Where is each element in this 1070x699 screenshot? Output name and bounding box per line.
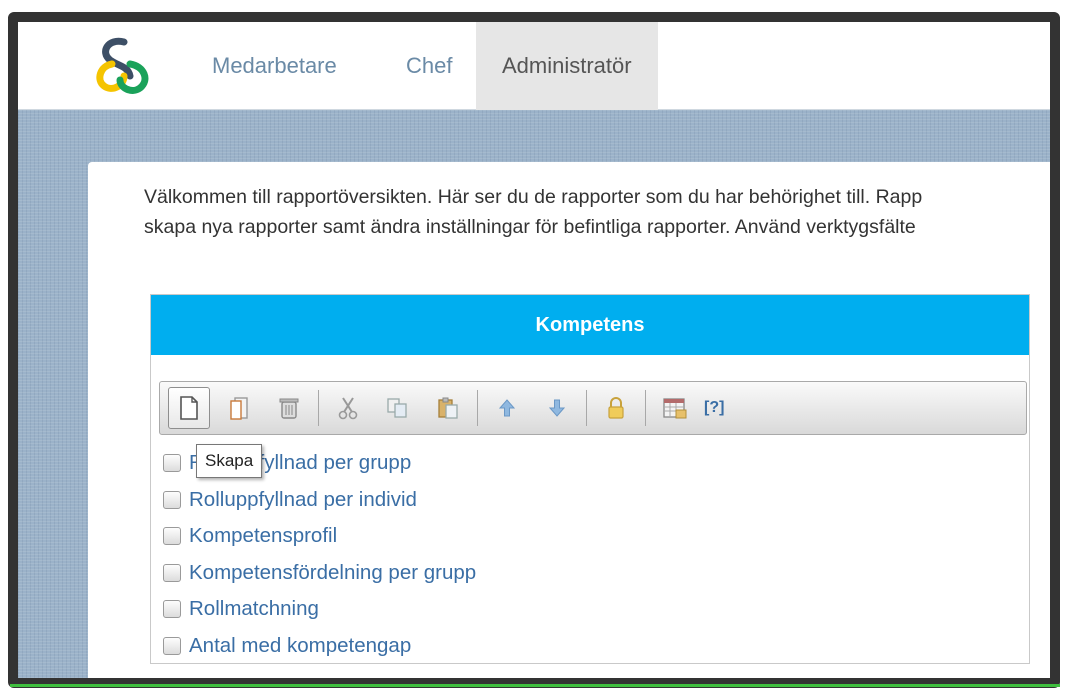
cut-icon[interactable] xyxy=(327,387,369,429)
trash-icon[interactable] xyxy=(268,387,310,429)
intro-line-1: Välkommen till rapportöversikten. Här se… xyxy=(144,186,923,208)
report-checkbox[interactable] xyxy=(163,636,181,655)
bottom-accent-line xyxy=(10,684,1060,687)
report-link[interactable]: Kompetensfördelning per grupp xyxy=(189,561,476,585)
paste-icon[interactable] xyxy=(427,387,469,429)
intro-text: Välkommen till rapportöversikten. Här se… xyxy=(144,182,1050,242)
list-item: Kompetensfördelning per grupp xyxy=(163,555,476,592)
report-link[interactable]: Rolluppfyllnad per individ xyxy=(189,488,417,512)
content-background: Välkommen till rapportöversikten. Här se… xyxy=(18,110,1050,678)
section-title: Kompetens xyxy=(151,295,1029,355)
nav-tab-medarbetare[interactable]: Medarbetare xyxy=(186,22,363,110)
nav-tab-administrator[interactable]: Administratör xyxy=(476,22,658,110)
help-link[interactable]: [?] xyxy=(704,399,724,417)
kompetens-section: Kompetens [?] Rolluppfyllnad per grupp R… xyxy=(150,294,1030,664)
list-item: Rollmatchning xyxy=(163,591,476,628)
new-document-icon[interactable] xyxy=(168,387,210,429)
toolbar-separator xyxy=(645,390,646,426)
list-item: Kompetensprofil xyxy=(163,518,476,555)
report-toolbar: [?] xyxy=(159,381,1027,435)
lock-icon[interactable] xyxy=(595,387,637,429)
toolbar-separator xyxy=(318,390,319,426)
nav-tab-chef[interactable]: Chef xyxy=(380,22,478,110)
report-checkbox[interactable] xyxy=(163,563,181,582)
list-item: Antal med kompetengap xyxy=(163,628,476,665)
logo xyxy=(96,37,149,94)
copy-icon[interactable] xyxy=(377,387,419,429)
app-frame: Medarbetare Chef Administratör Välkommen… xyxy=(8,12,1060,688)
list-item: Rolluppfyllnad per individ xyxy=(163,482,476,519)
report-checkbox[interactable] xyxy=(163,527,181,546)
report-checkbox[interactable] xyxy=(163,490,181,509)
report-checkbox[interactable] xyxy=(163,454,181,473)
toolbar-separator xyxy=(586,390,587,426)
report-link[interactable]: Kompetensprofil xyxy=(189,524,337,548)
report-panel: Välkommen till rapportöversikten. Här se… xyxy=(88,162,1050,678)
top-navigation: Medarbetare Chef Administratör xyxy=(18,22,1050,110)
intro-line-2: skapa nya rapporter samt ändra inställni… xyxy=(144,216,916,238)
report-link[interactable]: Antal med kompetengap xyxy=(189,634,411,658)
toolbar-separator xyxy=(477,390,478,426)
arrow-down-icon[interactable] xyxy=(536,387,578,429)
arrow-up-icon[interactable] xyxy=(486,387,528,429)
copy-document-icon[interactable] xyxy=(218,387,260,429)
report-checkbox[interactable] xyxy=(163,600,181,619)
tooltip-skapa: Skapa xyxy=(196,444,263,478)
report-link[interactable]: Rollmatchning xyxy=(189,597,319,621)
calendar-icon[interactable] xyxy=(654,387,696,429)
